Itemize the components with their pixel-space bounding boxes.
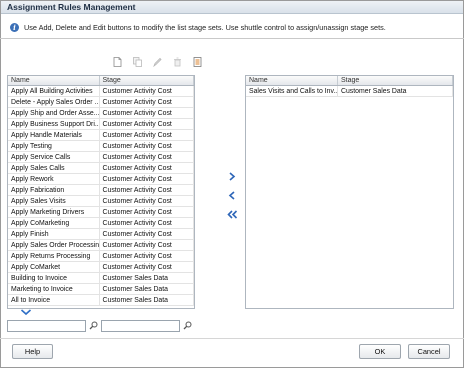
chevron-left-icon [228,190,235,200]
copy-icon[interactable] [133,57,142,67]
move-all-left-button[interactable] [226,208,238,220]
cell-stage: Customer Activity Cost [100,262,194,272]
cell-stage: Customer Sales Data [100,295,194,305]
cell-name: Sales Visits and Calls to Inv... [246,86,338,96]
table-row[interactable]: Apply Returns Processing Customer Activit… [8,251,194,262]
column-header-name[interactable]: Name [246,76,338,85]
table-row[interactable]: Apply Ship and Order Asse... Customer Act… [8,108,194,119]
name-filter-input[interactable] [7,320,86,332]
assigned-stage-sets-table: Name Stage Sales Visits and Calls to Inv… [245,75,454,309]
new-icon[interactable] [113,57,122,67]
column-header-name[interactable]: Name [8,76,100,85]
dialog-title: Assignment Rules Management [1,1,463,14]
table-row[interactable]: Marketing to Invoice Customer Sales Data [8,284,194,295]
footer-divider [0,338,464,339]
cell-name: Apply CoMarket [8,262,100,272]
info-icon: i [10,22,19,32]
info-banner: i Use Add, Delete and Edit buttons to mo… [10,20,454,34]
cell-stage: Customer Sales Data [100,273,194,283]
cell-stage: Customer Activity Cost [100,86,194,96]
cell-name: Apply Fabrication [8,185,100,195]
table-header: Name Stage [246,76,453,86]
table-row[interactable]: Sales Visits and Calls to Inv... Customer… [246,86,453,97]
cancel-button[interactable]: Cancel [408,344,450,359]
cell-stage: Customer Activity Cost [100,251,194,261]
cell-name: Apply Sales Visits [8,196,100,206]
table-row[interactable]: Apply CoMarketing Customer Activity Cost [8,218,194,229]
edit-icon[interactable] [153,57,162,67]
table-row[interactable]: Apply All Building Activities Customer Ac… [8,86,194,97]
stage-filter-input[interactable] [101,320,180,332]
table-row[interactable]: Apply Sales Visits Customer Activity Cost [8,196,194,207]
cell-name: Apply Sales Order Processing [8,240,100,250]
table-row[interactable]: Delete - Apply Sales Order ... Customer A… [8,97,194,108]
cell-name: Apply Rework [8,174,100,184]
cell-stage: Customer Activity Cost [100,97,194,107]
table-row[interactable]: Apply Fabrication Customer Activity Cost [8,185,194,196]
cell-name: Apply CoMarketing [8,218,100,228]
cell-name: Apply Returns Processing [8,251,100,261]
toolbar [113,56,202,68]
move-left-button[interactable] [226,189,238,201]
table-row[interactable]: Apply Rework Customer Activity Cost [8,174,194,185]
table-row[interactable]: Apply Testing Customer Activity Cost [8,141,194,152]
table-row[interactable]: Building to Invoice Customer Sales Data [8,273,194,284]
table-row[interactable]: Apply Business Support Dri... Customer Ac… [8,119,194,130]
cell-stage: Customer Activity Cost [100,229,194,239]
cell-stage: Customer Activity Cost [100,108,194,118]
column-header-stage[interactable]: Stage [100,76,194,85]
ok-button[interactable]: OK [359,344,401,359]
cell-stage: Customer Sales Data [100,284,194,294]
search-icon[interactable] [183,321,192,330]
table-row[interactable]: Apply Handle Materials Customer Activity … [8,130,194,141]
cell-name: Delete - Apply Sales Order ... [8,97,100,107]
cell-name: Apply Ship and Order Asse... [8,108,100,118]
cell-stage: Customer Sales Data [338,86,453,96]
cell-stage: Customer Activity Cost [100,218,194,228]
column-header-stage[interactable]: Stage [338,76,453,85]
cell-stage: Customer Activity Cost [100,119,194,129]
divider [0,38,464,39]
scroll-down-icon[interactable] [20,308,32,316]
delete-icon[interactable] [173,57,182,67]
cell-stage: Customer Activity Cost [100,130,194,140]
export-icon[interactable] [193,57,202,67]
cell-name: Apply Marketing Drivers [8,207,100,217]
table-row[interactable]: Apply CoMarket Customer Activity Cost [8,262,194,273]
cell-stage: Customer Activity Cost [100,141,194,151]
cell-name: Apply Testing [8,141,100,151]
move-right-button[interactable] [226,170,238,182]
cell-name: Building to Invoice [8,273,100,283]
cell-stage: Customer Activity Cost [100,185,194,195]
cell-stage: Customer Activity Cost [100,196,194,206]
cell-name: Apply Service Calls [8,152,100,162]
table-row[interactable]: Apply Sales Order Processing Customer Act… [8,240,194,251]
cell-stage: Customer Activity Cost [100,152,194,162]
cell-name: Apply Sales Calls [8,163,100,173]
table-row[interactable]: Apply Sales Calls Customer Activity Cost [8,163,194,174]
table-row[interactable]: Apply Finish Customer Activity Cost [8,229,194,240]
cell-name: Apply Business Support Dri... [8,119,100,129]
cell-name: Marketing to Invoice [8,284,100,294]
table-row[interactable]: All to Invoice Customer Sales Data [8,295,194,306]
search-icon[interactable] [89,321,98,330]
cell-name: Apply Handle Materials [8,130,100,140]
cell-stage: Customer Activity Cost [100,240,194,250]
table-row[interactable]: Apply Marketing Drivers Customer Activity… [8,207,194,218]
cell-stage: Customer Activity Cost [100,207,194,217]
info-text: Use Add, Delete and Edit buttons to modi… [24,22,386,32]
cell-stage: Customer Activity Cost [100,163,194,173]
chevron-right-icon [229,171,236,181]
cell-stage: Customer Activity Cost [100,174,194,184]
double-chevron-left-icon [226,209,237,219]
table-header: Name Stage [8,76,194,86]
table-row[interactable]: Apply Service Calls Customer Activity Cos… [8,152,194,163]
cell-name: Apply Finish [8,229,100,239]
cell-name: Apply All Building Activities [8,86,100,96]
help-button[interactable]: Help [12,344,53,359]
available-stage-sets-table: Name Stage Apply All Building Activities… [7,75,195,309]
cell-name: All to Invoice [8,295,100,305]
